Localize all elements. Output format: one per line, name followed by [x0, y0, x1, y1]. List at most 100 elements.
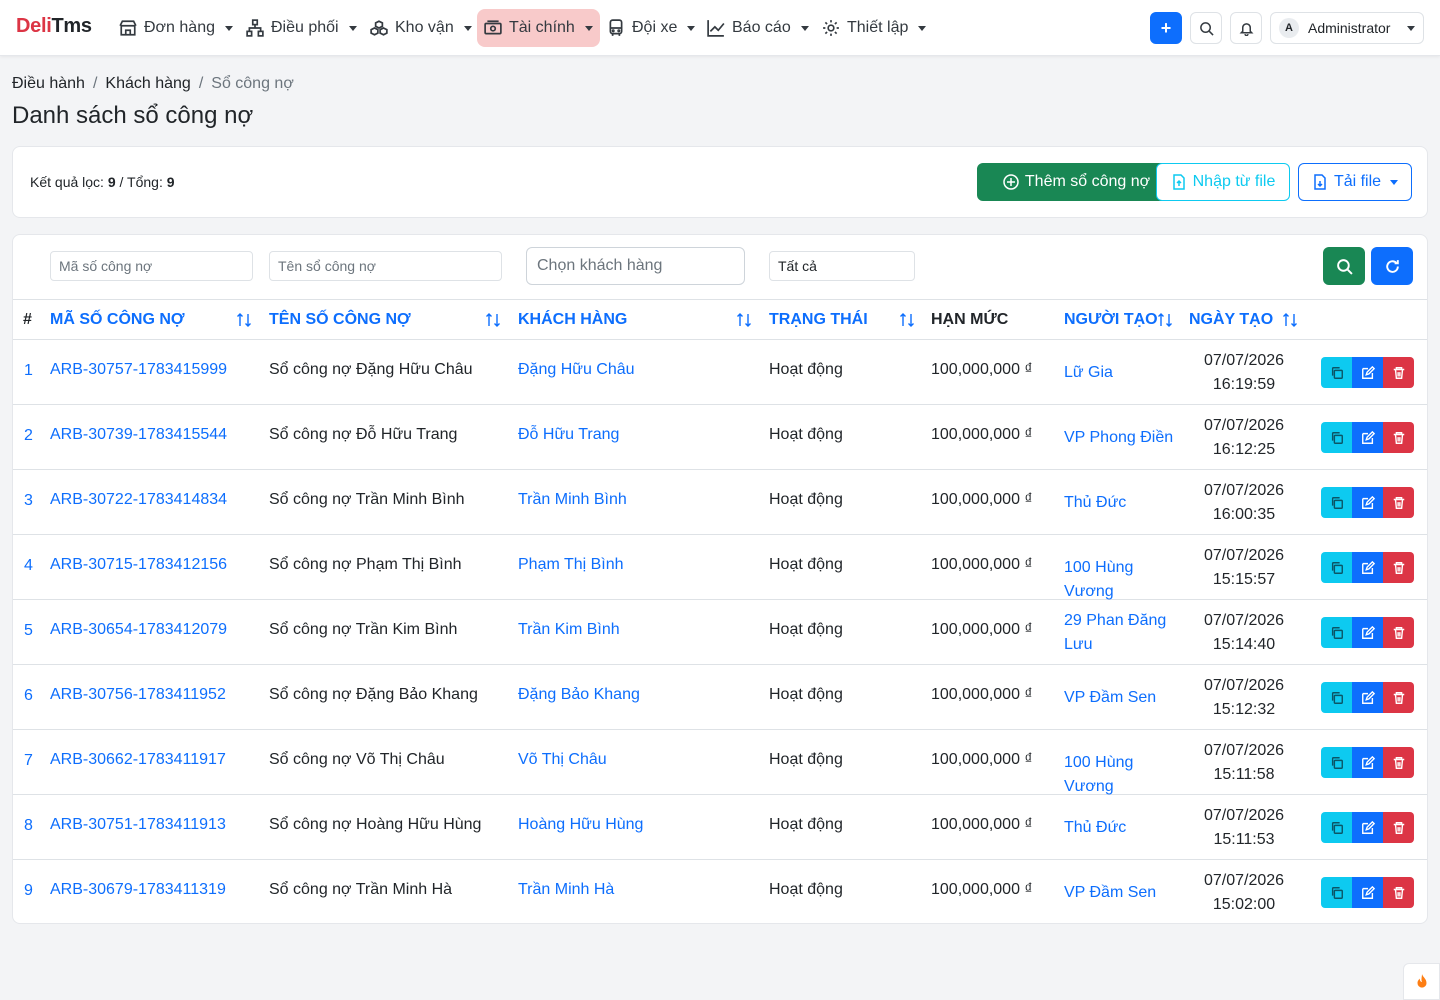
breadcrumb-item[interactable]: Điều hành: [12, 75, 85, 93]
user-menu[interactable]: A Administrator: [1270, 12, 1424, 44]
nav-dieu-phoi[interactable]: Điều phối: [239, 9, 364, 47]
edit-button[interactable]: [1352, 747, 1383, 778]
sort-icon[interactable]: [899, 312, 915, 328]
creator-link[interactable]: 29 Phan Đăng Lưu: [1064, 609, 1179, 657]
copy-button[interactable]: [1321, 682, 1352, 713]
delete-button[interactable]: [1383, 747, 1414, 778]
col-code[interactable]: MÃ SỐ CÔNG NỢ: [50, 311, 185, 329]
copy-button[interactable]: [1321, 552, 1352, 583]
copy-button[interactable]: [1321, 617, 1352, 648]
ledger-code-link[interactable]: ARB-30751-1783411913: [50, 816, 226, 834]
file-download-icon: [1314, 174, 1326, 190]
nav-bao-cao[interactable]: Báo cáo: [700, 9, 816, 47]
copy-button[interactable]: [1321, 812, 1352, 843]
sort-icon[interactable]: [1282, 312, 1298, 328]
customer-link[interactable]: Đặng Bảo Khang: [518, 686, 640, 704]
col-created[interactable]: NGÀY TẠO: [1189, 311, 1273, 329]
import-file-button[interactable]: Nhập từ file: [1156, 163, 1290, 201]
creator-link[interactable]: 100 Hùng Vương: [1064, 751, 1179, 799]
delete-button[interactable]: [1383, 487, 1414, 518]
nav-don-hang[interactable]: Đơn hàng: [112, 9, 240, 47]
customer-link[interactable]: Trần Minh Bình: [518, 491, 627, 509]
filter-search-button[interactable]: [1323, 247, 1365, 285]
credit-limit: 100,000,000 ₫: [931, 426, 1033, 443]
nav-thiet-lap[interactable]: Thiết lập: [815, 9, 933, 47]
add-ledger-button[interactable]: Thêm sổ công nợ: [977, 163, 1176, 201]
fire-badge[interactable]: [1403, 963, 1440, 1000]
creator-link[interactable]: 100 Hùng Vương: [1064, 556, 1179, 604]
delete-button[interactable]: [1383, 357, 1414, 388]
delete-button[interactable]: [1383, 422, 1414, 453]
ledger-code-link[interactable]: ARB-30679-1783411319: [50, 881, 226, 899]
ledger-code-link[interactable]: ARB-30662-1783411917: [50, 751, 226, 769]
customer-link[interactable]: Trần Minh Hà: [518, 881, 614, 899]
quick-add-button[interactable]: +: [1150, 12, 1182, 44]
ledger-code-link[interactable]: ARB-30739-1783415544: [50, 426, 227, 444]
col-name[interactable]: TÊN SỐ CÔNG NỢ: [269, 311, 411, 329]
name-filter-input[interactable]: Tên sổ công nợ: [269, 251, 502, 281]
col-customer[interactable]: KHÁCH HÀNG: [518, 311, 627, 329]
creator-link[interactable]: Lữ Gia: [1064, 361, 1179, 385]
copy-button[interactable]: [1321, 747, 1352, 778]
brand-logo[interactable]: DeliTms: [16, 15, 92, 38]
edit-button[interactable]: [1352, 617, 1383, 648]
nav-tai-chinh[interactable]: Tài chính: [477, 9, 600, 47]
ledger-code-link[interactable]: ARB-30722-1783414834: [50, 491, 227, 509]
delete-button[interactable]: [1383, 552, 1414, 583]
edit-button[interactable]: [1352, 422, 1383, 453]
col-creator[interactable]: NGƯỜI TẠO: [1064, 311, 1158, 329]
status-text: Hoạt động: [769, 816, 843, 833]
creator-link[interactable]: VP Đầm Sen: [1064, 686, 1179, 710]
sort-icon[interactable]: [1157, 312, 1173, 328]
ledger-code-link[interactable]: ARB-30654-1783412079: [50, 621, 227, 639]
ledger-code-link[interactable]: ARB-30715-1783412156: [50, 556, 227, 574]
copy-button[interactable]: [1321, 487, 1352, 518]
edit-icon: [1361, 690, 1375, 704]
edit-button[interactable]: [1352, 812, 1383, 843]
creator-link[interactable]: VP Phong Điền: [1064, 426, 1179, 450]
ledger-code-link[interactable]: ARB-30756-1783411952: [50, 686, 226, 704]
customer-link[interactable]: Đỗ Hữu Trang: [518, 426, 619, 444]
creator-link[interactable]: Thủ Đức: [1064, 491, 1179, 515]
code-filter-input[interactable]: Mã số công nợ: [50, 251, 253, 281]
customer-link[interactable]: Phạm Thị Bình: [518, 556, 624, 574]
sort-icon[interactable]: [485, 312, 501, 328]
status-select[interactable]: Tất cả: [769, 251, 915, 281]
nav-kho-van[interactable]: Kho vận: [363, 9, 479, 47]
copy-button[interactable]: [1321, 357, 1352, 388]
delete-button[interactable]: [1383, 617, 1414, 648]
nav-doi-xe[interactable]: Đội xe: [600, 9, 702, 47]
sort-icon[interactable]: [736, 312, 752, 328]
copy-button[interactable]: [1321, 877, 1352, 908]
edit-button[interactable]: [1352, 552, 1383, 583]
delete-button[interactable]: [1383, 812, 1414, 843]
edit-button[interactable]: [1352, 357, 1383, 388]
filter-reset-button[interactable]: [1371, 247, 1413, 285]
delete-button[interactable]: [1383, 877, 1414, 908]
edit-button[interactable]: [1352, 487, 1383, 518]
customer-select[interactable]: Chọn khách hàng: [526, 247, 745, 285]
customer-link[interactable]: Võ Thị Châu: [518, 751, 607, 769]
copy-button[interactable]: [1321, 422, 1352, 453]
ledger-name: Sổ công nợ Đỗ Hữu Trang: [269, 426, 458, 443]
customer-link[interactable]: Hoàng Hữu Hùng: [518, 816, 643, 834]
copy-icon: [1331, 691, 1343, 704]
col-status[interactable]: TRẠNG THÁI: [769, 311, 868, 329]
delete-button[interactable]: [1383, 682, 1414, 713]
edit-button[interactable]: [1352, 682, 1383, 713]
creator-link[interactable]: VP Đầm Sen: [1064, 881, 1179, 905]
edit-button[interactable]: [1352, 877, 1383, 908]
credit-limit: 100,000,000 ₫: [931, 816, 1033, 833]
breadcrumb-item[interactable]: Khách hàng: [105, 75, 190, 93]
customer-link[interactable]: Đặng Hữu Châu: [518, 361, 635, 379]
ledger-code-link[interactable]: ARB-30757-1783415999: [50, 361, 227, 379]
trash-icon: [1393, 886, 1404, 899]
ledger-name: Sổ công nợ Trần Minh Hà: [269, 881, 453, 898]
creator-link[interactable]: Thủ Đức: [1064, 816, 1179, 840]
download-file-button[interactable]: Tải file: [1298, 163, 1412, 201]
notification-button[interactable]: [1230, 12, 1262, 44]
customer-link[interactable]: Trần Kim Bình: [518, 621, 620, 639]
sort-icon[interactable]: [236, 312, 252, 328]
search-button[interactable]: [1190, 12, 1222, 44]
ledger-name: Sổ công nợ Võ Thị Châu: [269, 751, 445, 768]
